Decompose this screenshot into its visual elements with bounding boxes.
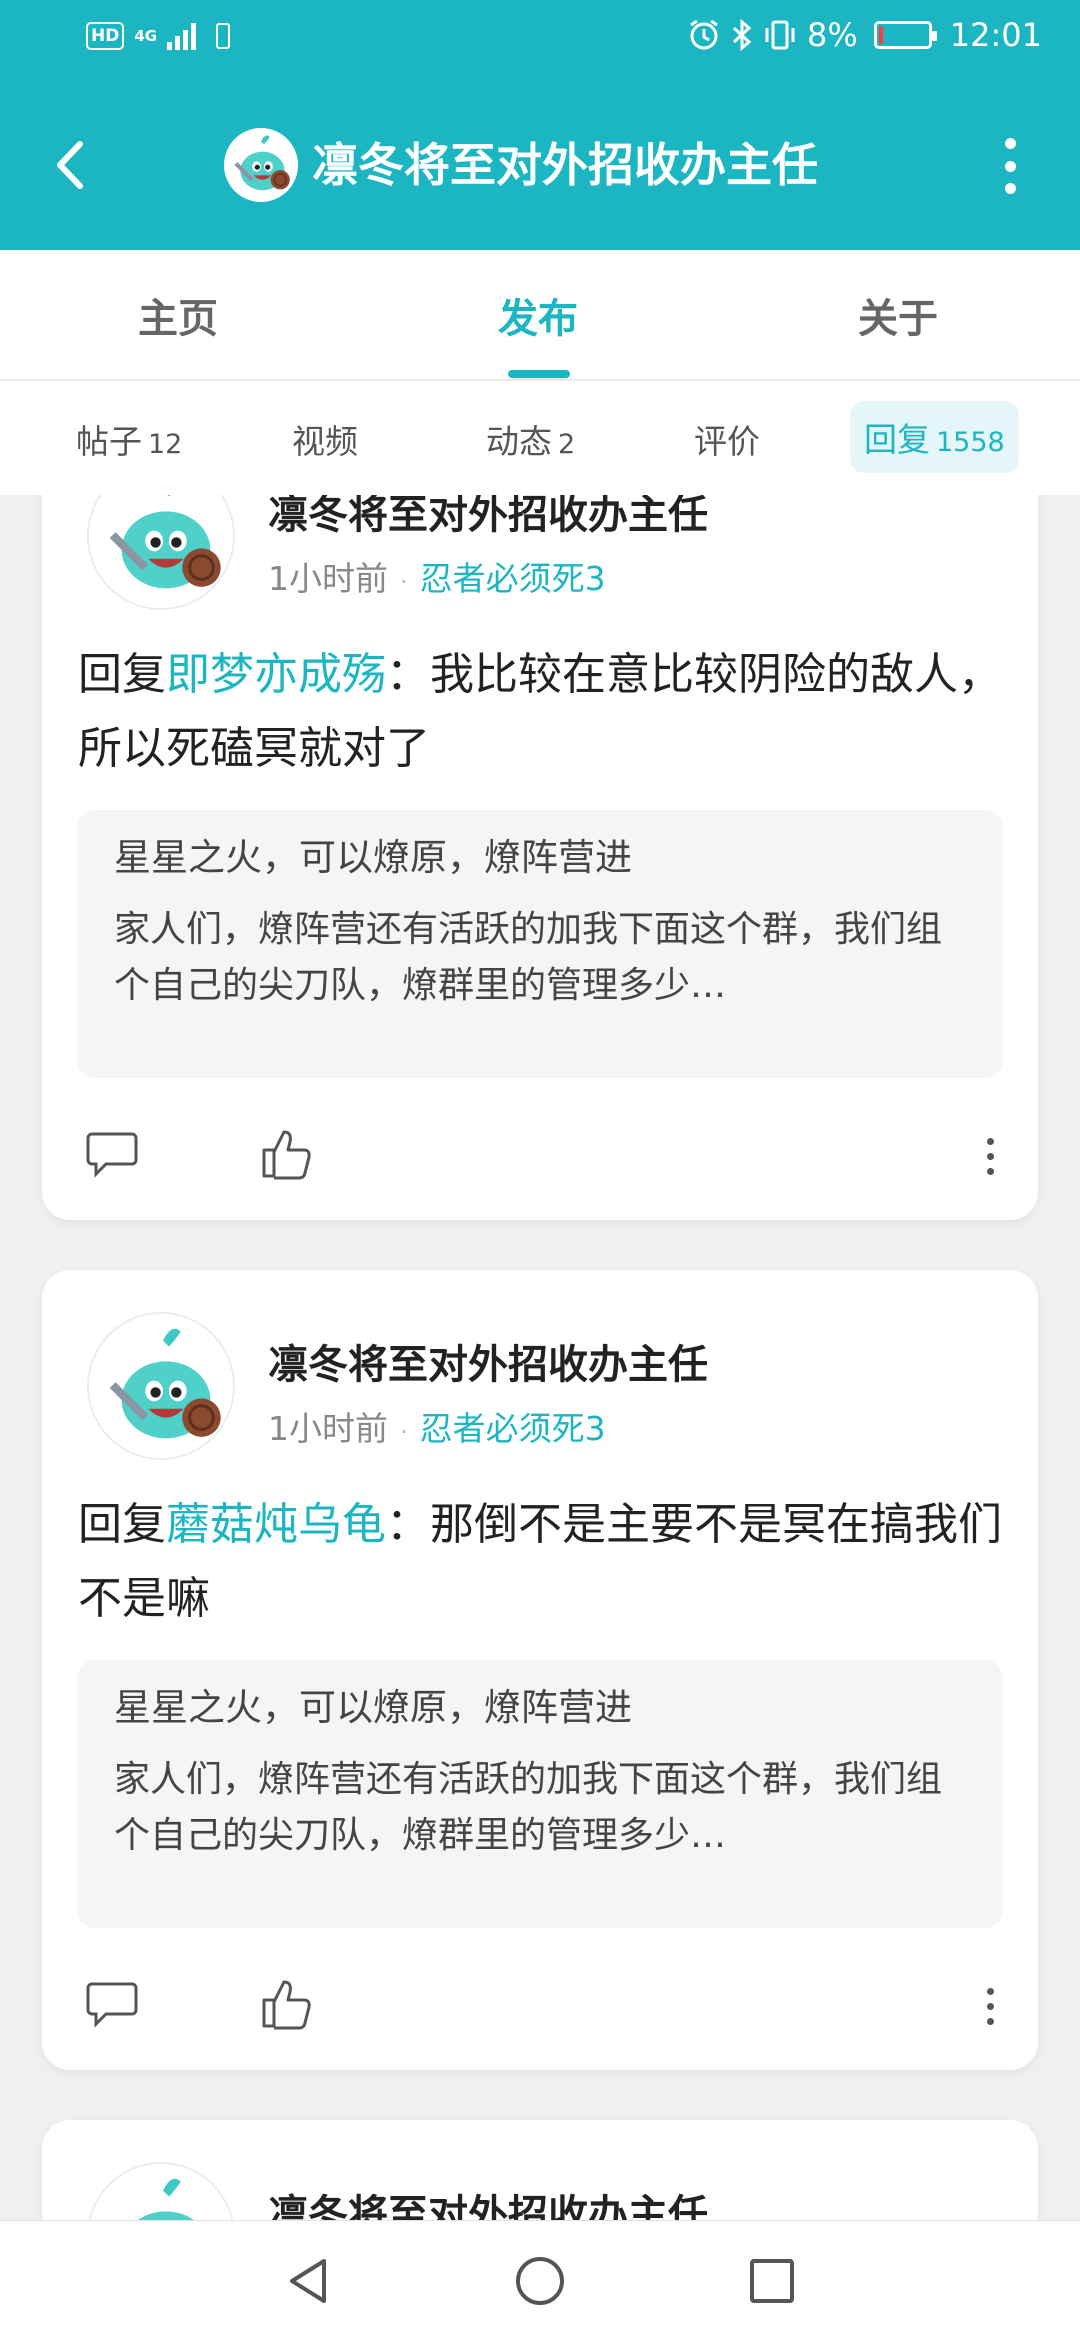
forum-link[interactable]: 忍者必须死3 [420,559,606,598]
subtab-count: 1558 [936,427,1005,458]
page-title: 凛冬将至对外招收办主任 [312,138,818,192]
subtab-label: 动态 [486,422,552,461]
alarm-icon [690,19,718,50]
reply-card[interactable]: 凛冬将至对外招收办主任 1小时前 · 忍者必须死3 回复即梦亦成殇：我比较在意比较阴… [42,430,1038,1220]
subtab-dynamics[interactable]: 动态 2 [486,415,575,463]
title-bar: 凛冬将至对外招收办主任 [0,82,1080,250]
header-avatar[interactable] [224,128,298,202]
subtab-label: 回复 [864,420,930,459]
meta-separator: · [400,1418,408,1446]
sim-icon [216,23,231,49]
reply-card[interactable]: 凛冬将至对外招收办主任 1小时前 · 忍者必须死3 回复蘑菇炖乌龟：那倒不是主要不是… [42,1270,1038,2070]
reply-text[interactable]: 回复蘑菇炖乌龟：那倒不是主要不是冥在搞我们不是嘛 [78,1488,1002,1636]
vibrate-icon [765,20,795,50]
subtab-count: 12 [148,429,183,460]
subtab-reviews[interactable]: 评价 [694,415,760,463]
battery-percent: 8% [807,16,858,54]
thumbs-up-icon[interactable] [260,1976,314,2030]
reply-colon: ： [386,1499,430,1550]
triangle-back-icon[interactable] [280,2253,336,2309]
tab-about[interactable]: 关于 [858,286,938,344]
status-right: 8% 12:01 [687,16,1042,54]
subtab-label: 评价 [694,422,760,461]
tab-publish[interactable]: 发布 [498,286,578,344]
system-nav-bar [0,2220,1080,2340]
subtab-replies[interactable]: 回复 1558 [850,401,1019,473]
comment-bubble-icon[interactable] [86,1130,138,1178]
subtab-label: 视频 [292,422,358,461]
quoted-title: 星星之火，可以燎原，燎阵营进 [114,1686,632,1729]
more-vertical-icon[interactable] [1000,138,1020,194]
circle-home-icon[interactable] [512,2253,568,2309]
mention-link[interactable]: 蘑菇炖乌龟 [166,1499,386,1550]
reply-prefix: 回复 [78,649,166,700]
network-type: 4G [134,26,158,45]
subtab-posts[interactable]: 帖子 12 [76,415,182,463]
bluetooth-icon [732,18,752,52]
forum-link[interactable]: 忍者必须死3 [420,1409,606,1448]
tab-indicator [508,370,570,378]
reply-colon: ： [386,649,430,700]
status-left: HD 4G [86,22,231,50]
card-actions [42,1120,1038,1190]
square-recent-icon[interactable] [744,2253,800,2309]
subtab-label: 帖子 [76,422,142,461]
thumbs-up-icon[interactable] [260,1126,314,1180]
quoted-title: 星星之火，可以燎原，燎阵营进 [114,836,632,879]
mention-link[interactable]: 即梦亦成殇 [166,649,386,700]
status-bar: HD 4G 8% 12:01 [0,0,1080,82]
back-arrow-icon[interactable] [44,132,104,198]
post-meta: 1小时前 · 忍者必须死3 [268,1402,606,1450]
comment-bubble-icon[interactable] [86,1980,138,2028]
author-avatar[interactable] [87,1312,235,1460]
post-meta: 1小时前 · 忍者必须死3 [268,552,606,600]
battery-icon [873,21,937,49]
meta-separator: · [400,568,408,596]
reply-prefix: 回复 [78,1499,166,1550]
post-time: 1小时前 [268,1409,388,1448]
author-name[interactable]: 凛冬将至对外招收办主任 [268,1332,708,1390]
quoted-post[interactable]: 星星之火，可以燎原，燎阵营进 家人们，燎阵营还有活跃的加我下面这个群，我们组个自… [78,1660,1002,1928]
card-more-icon[interactable] [987,1138,994,1175]
main-tabs: 主页 发布 关于 [0,250,1080,380]
card-more-icon[interactable] [987,1988,994,2025]
post-time: 1小时前 [268,559,388,598]
clock: 12:01 [949,16,1042,54]
reply-text[interactable]: 回复即梦亦成殇：我比较在意比较阴险的敌人，所以死磕冥就对了 [78,638,1002,786]
quoted-post[interactable]: 星星之火，可以燎原，燎阵营进 家人们，燎阵营还有活跃的加我下面这个群，我们组个自… [78,810,1002,1078]
signal-icon [167,22,197,50]
subtab-count: 2 [558,429,576,460]
quoted-text: 家人们，燎阵营还有活跃的加我下面这个群，我们组个自己的尖刀队，燎群里的管理多少… [114,909,943,1006]
quoted-text: 家人们，燎阵营还有活跃的加我下面这个群，我们组个自己的尖刀队，燎群里的管理多少… [114,1759,943,1856]
tab-home[interactable]: 主页 [138,286,218,344]
sub-tabs: 帖子 12 视频 动态 2 评价 回复 1558 [0,381,1080,495]
subtab-videos[interactable]: 视频 [292,415,358,463]
hd-badge: HD [86,22,125,50]
card-actions [42,1970,1038,2040]
